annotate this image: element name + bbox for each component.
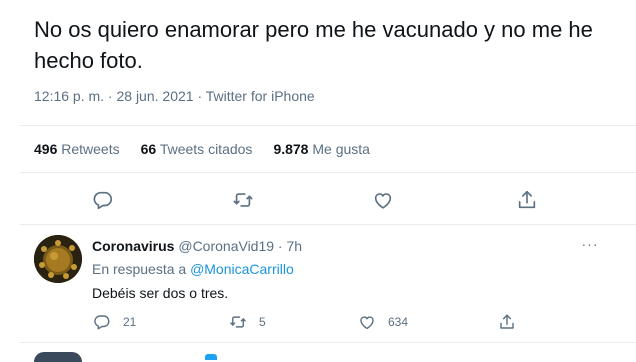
like-icon <box>374 193 392 209</box>
quotes-count: 66 <box>140 141 157 157</box>
retweet-icon <box>233 193 253 207</box>
reply-like-button[interactable]: 634 <box>358 311 408 333</box>
tweet-stats: 496 Retweets 66 Tweets citados 9.878 Me … <box>34 141 370 157</box>
retweets-count: 496 <box>34 141 58 157</box>
reply-icon <box>93 191 113 210</box>
next-tweet-peek <box>205 354 217 360</box>
avatar[interactable] <box>34 235 82 283</box>
divider <box>20 125 636 126</box>
next-avatar[interactable] <box>34 352 82 362</box>
retweet-icon <box>230 316 246 328</box>
retweets-label: Retweets <box>61 141 120 157</box>
like-button[interactable] <box>366 185 400 215</box>
quotes-label: Tweets citados <box>159 141 253 157</box>
retweet-count: 5 <box>259 315 266 329</box>
more-options-button[interactable]: ··· <box>578 234 602 254</box>
reply-count: 21 <box>123 315 137 329</box>
tweet-timestamp-source[interactable]: 12:16 p. m. · 28 jun. 2021 · Twitter for… <box>34 88 315 104</box>
divider <box>20 224 636 225</box>
reply-icon <box>94 315 110 330</box>
like-count: 634 <box>388 315 409 329</box>
reply-author-name[interactable]: Coronavirus <box>92 238 174 254</box>
share-icon <box>518 190 536 209</box>
tweet-actions <box>0 185 636 215</box>
in-reply-to: En respuesta a @MonicaCarrillo <box>92 261 294 277</box>
reply-text: Debéis ser dos o tres. <box>92 285 229 301</box>
quotes-stat[interactable]: 66 Tweets citados <box>141 141 253 157</box>
reply-button[interactable] <box>86 185 120 215</box>
likes-stat[interactable]: 9.878 Me gusta <box>273 141 370 157</box>
likes-label: Me gusta <box>312 141 370 157</box>
coronavirus-avatar-image <box>34 235 82 283</box>
likes-count: 9.878 <box>273 141 309 157</box>
reply-retweet-button[interactable]: 5 <box>229 311 266 333</box>
reply-share-button[interactable] <box>498 311 516 333</box>
share-button[interactable] <box>510 185 544 215</box>
divider <box>20 172 636 173</box>
mention-link[interactable]: @MonicaCarrillo <box>190 261 294 277</box>
retweet-button[interactable] <box>226 185 260 215</box>
retweets-stat[interactable]: 496 Retweets <box>34 141 120 157</box>
reply-header: Coronavirus @CoronaVid19 · 7h <box>92 238 302 254</box>
in-reply-to-label: En respuesta a <box>92 261 187 277</box>
divider <box>20 342 636 343</box>
reply-author-handle[interactable]: @CoronaVid19 · 7h <box>178 238 302 254</box>
like-icon <box>360 316 374 330</box>
reply-reply-button[interactable]: 21 <box>93 311 136 333</box>
share-icon <box>500 314 514 329</box>
reply-actions: 21 5 634 <box>0 311 636 333</box>
tweet-text: No os quiero enamorar pero me he vacunad… <box>34 17 593 73</box>
